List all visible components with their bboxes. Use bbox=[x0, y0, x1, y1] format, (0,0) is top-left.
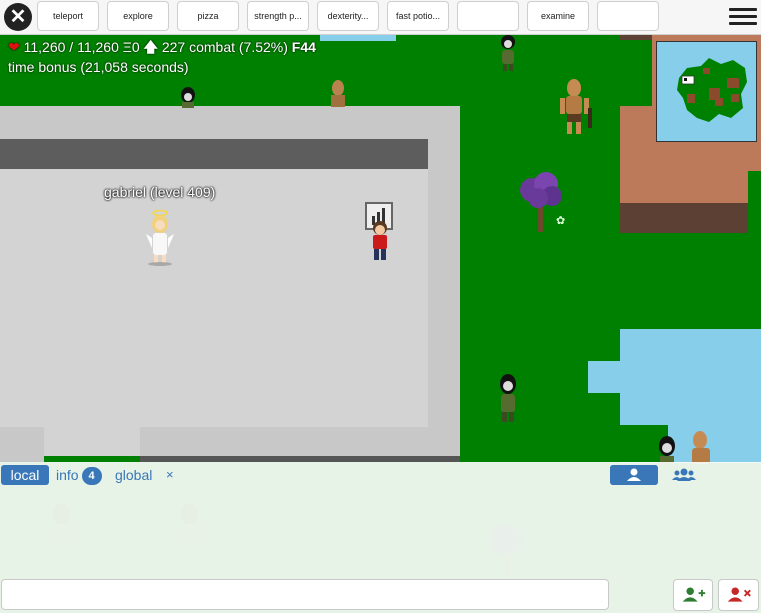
npc-barbarian[interactable] bbox=[326, 79, 350, 107]
fast-potion-button[interactable]: fast potio... bbox=[387, 1, 449, 31]
npc-barbarian[interactable] bbox=[556, 78, 596, 136]
status-hud: ❤ 11,260 / 11,260 Ξ0 🡅 227 combat (7.52%… bbox=[8, 37, 316, 77]
water-tile bbox=[588, 361, 620, 393]
player-gabriel[interactable] bbox=[142, 208, 178, 266]
dexterity-potion-button[interactable]: dexterity... bbox=[317, 1, 379, 31]
combat-level: 227 bbox=[161, 39, 186, 55]
close-button[interactable]: ✕ bbox=[4, 3, 32, 31]
chat-input[interactable] bbox=[1, 579, 609, 610]
group-button[interactable] bbox=[662, 465, 706, 485]
npc-dark-elf[interactable] bbox=[654, 436, 680, 464]
tab-local[interactable]: local bbox=[1, 465, 49, 485]
hp-value: 11,260 / 11,260 bbox=[23, 39, 119, 55]
action-toolbar: ✕ teleport explore pizza strength p... d… bbox=[0, 0, 761, 35]
info-count-badge: 4 bbox=[81, 467, 102, 485]
user-button[interactable] bbox=[610, 465, 658, 485]
add-friend-button[interactable] bbox=[673, 579, 713, 611]
tab-info[interactable]: info 4 bbox=[56, 465, 102, 485]
teleport-button[interactable]: teleport bbox=[37, 1, 99, 31]
add-user-icon bbox=[682, 587, 706, 602]
explore-button[interactable]: explore bbox=[107, 1, 169, 31]
empty-slot-button[interactable] bbox=[597, 1, 659, 31]
close-chat-tab-button[interactable]: × bbox=[166, 465, 174, 485]
examine-button[interactable]: examine bbox=[527, 1, 589, 31]
minimap[interactable] bbox=[656, 41, 757, 142]
floor-indicator: F44 bbox=[291, 39, 316, 55]
energy-value: Ξ0 bbox=[122, 39, 140, 55]
remove-friend-button[interactable] bbox=[718, 579, 759, 611]
dirt-dark-tile bbox=[620, 203, 748, 233]
player-character[interactable] bbox=[364, 202, 396, 264]
group-icon bbox=[672, 468, 696, 481]
heart-icon: ❤ bbox=[8, 39, 20, 55]
building-inner-wall bbox=[0, 139, 428, 169]
empty-slot-button[interactable] bbox=[457, 1, 519, 31]
svg-text:✿: ✿ bbox=[556, 215, 565, 227]
npc-dark-elf[interactable] bbox=[176, 86, 200, 108]
pizza-button[interactable]: pizza bbox=[177, 1, 239, 31]
npc-barbarian[interactable] bbox=[686, 430, 720, 464]
purple-tree[interactable]: ✿ bbox=[510, 168, 572, 234]
tab-info-label: info bbox=[56, 467, 79, 483]
tab-global[interactable]: global bbox=[115, 465, 152, 485]
dirt-tile bbox=[620, 171, 748, 203]
time-bonus: time bonus (21,058 seconds) bbox=[8, 59, 189, 75]
strength-potion-button[interactable]: strength p... bbox=[247, 1, 309, 31]
status-line: ❤ 11,260 / 11,260 Ξ0 🡅 227 combat (7.52%… bbox=[8, 37, 316, 57]
npc-dark-elf[interactable] bbox=[494, 374, 522, 424]
water-tile bbox=[320, 34, 396, 41]
combat-label: combat (7.52%) bbox=[189, 39, 288, 55]
close-icon: ✕ bbox=[9, 6, 27, 28]
player-name-label: gabriel (level 409) bbox=[104, 184, 216, 200]
arrow-up-icon: 🡅 bbox=[143, 39, 158, 55]
hamburger-menu-icon[interactable] bbox=[729, 5, 757, 29]
dirt-tile bbox=[620, 106, 652, 171]
npc-dark-elf[interactable] bbox=[494, 34, 522, 72]
remove-user-icon bbox=[727, 587, 751, 602]
